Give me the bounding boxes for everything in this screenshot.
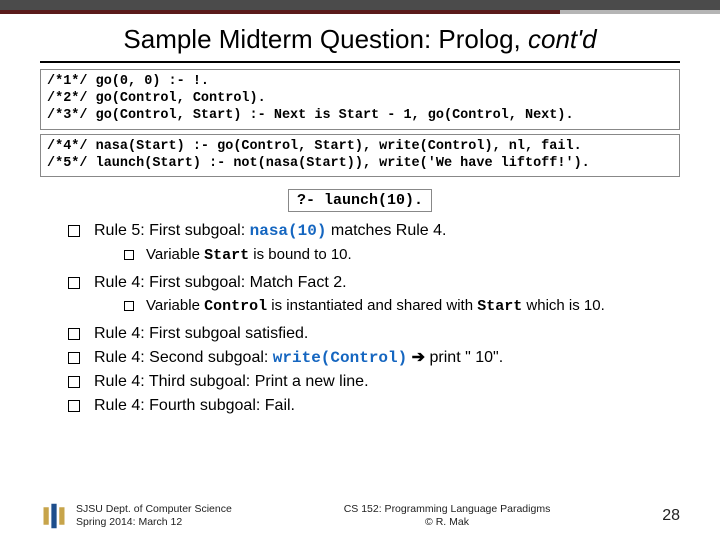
slide-footer: SJSU Dept. of Computer Science Spring 20… bbox=[40, 502, 680, 530]
b1-pre: Rule 5: First subgoal: bbox=[94, 222, 250, 239]
query-wrap: ?- launch(10). bbox=[40, 189, 680, 212]
footer-dept-2: Spring 2014: March 12 bbox=[76, 516, 232, 529]
b1-code: nasa(10) bbox=[250, 222, 327, 240]
footer-left: SJSU Dept. of Computer Science Spring 20… bbox=[40, 502, 232, 530]
b2s-code2: Start bbox=[477, 298, 522, 315]
title-main: Sample Midterm Question: Prolog, bbox=[123, 24, 528, 54]
prolog-query: ?- launch(10). bbox=[288, 189, 432, 212]
b1s-code: Start bbox=[204, 247, 249, 264]
bullet-2: Rule 4: First subgoal: Match Fact 2. Var… bbox=[68, 272, 680, 317]
bullet-4: Rule 4: Second subgoal: write(Control) ➔… bbox=[68, 347, 680, 370]
slide-topbar bbox=[0, 0, 720, 14]
b2s-code1: Control bbox=[204, 298, 267, 315]
b1s-pre: Variable bbox=[146, 246, 204, 263]
footer-course: CS 152: Programming Language Paradigms ©… bbox=[344, 503, 551, 528]
b1s-post: is bound to 10. bbox=[249, 246, 352, 263]
b2-text: Rule 4: First subgoal: Match Fact 2. bbox=[94, 274, 347, 291]
sjsu-logo-icon bbox=[40, 502, 68, 530]
b4-post: print " 10". bbox=[430, 349, 504, 366]
b2s-mid: is instantiated and shared with bbox=[267, 297, 477, 314]
title-contd: cont'd bbox=[528, 24, 597, 54]
b6-text: Rule 4: Fourth subgoal: Fail. bbox=[94, 397, 295, 414]
slide-title: Sample Midterm Question: Prolog, cont'd bbox=[0, 14, 720, 61]
b1-post: matches Rule 4. bbox=[326, 222, 446, 239]
footer-dept-1: SJSU Dept. of Computer Science bbox=[76, 503, 232, 516]
footer-course-2: © R. Mak bbox=[344, 516, 551, 529]
page-number: 28 bbox=[662, 507, 680, 525]
slide-body: ?- launch(10). Rule 5: First subgoal: na… bbox=[0, 181, 720, 416]
b2s-pre: Variable bbox=[146, 297, 204, 314]
footer-course-1: CS 152: Programming Language Paradigms bbox=[344, 503, 551, 516]
bullet-2-sub-1: Variable Control is instantiated and sha… bbox=[124, 296, 680, 317]
b3-text: Rule 4: First subgoal satisfied. bbox=[94, 325, 308, 342]
footer-dept: SJSU Dept. of Computer Science Spring 20… bbox=[76, 503, 232, 528]
b2s-post: which is 10. bbox=[522, 297, 605, 314]
bullet-1-sub: Variable Start is bound to 10. bbox=[94, 245, 680, 266]
bullet-list: Rule 5: First subgoal: nasa(10) matches … bbox=[40, 220, 680, 416]
code-block-1: /*1*/ go(0, 0) :- !. /*2*/ go(Control, C… bbox=[40, 69, 680, 130]
bullet-5: Rule 4: Third subgoal: Print a new line. bbox=[68, 371, 680, 393]
b4-pre: Rule 4: Second subgoal: bbox=[94, 349, 273, 366]
bullet-1-sub-1: Variable Start is bound to 10. bbox=[124, 245, 680, 266]
bullet-6: Rule 4: Fourth subgoal: Fail. bbox=[68, 395, 680, 417]
bullet-1: Rule 5: First subgoal: nasa(10) matches … bbox=[68, 220, 680, 266]
code-block-2: /*4*/ nasa(Start) :- go(Control, Start),… bbox=[40, 134, 680, 178]
b4-code: write(Control) bbox=[273, 349, 407, 367]
bullet-2-sub: Variable Control is instantiated and sha… bbox=[94, 296, 680, 317]
title-rule bbox=[40, 61, 680, 63]
bullet-3: Rule 4: First subgoal satisfied. bbox=[68, 323, 680, 345]
b5-text: Rule 4: Third subgoal: Print a new line. bbox=[94, 373, 369, 390]
b4-arrow: ➔ bbox=[407, 349, 429, 366]
